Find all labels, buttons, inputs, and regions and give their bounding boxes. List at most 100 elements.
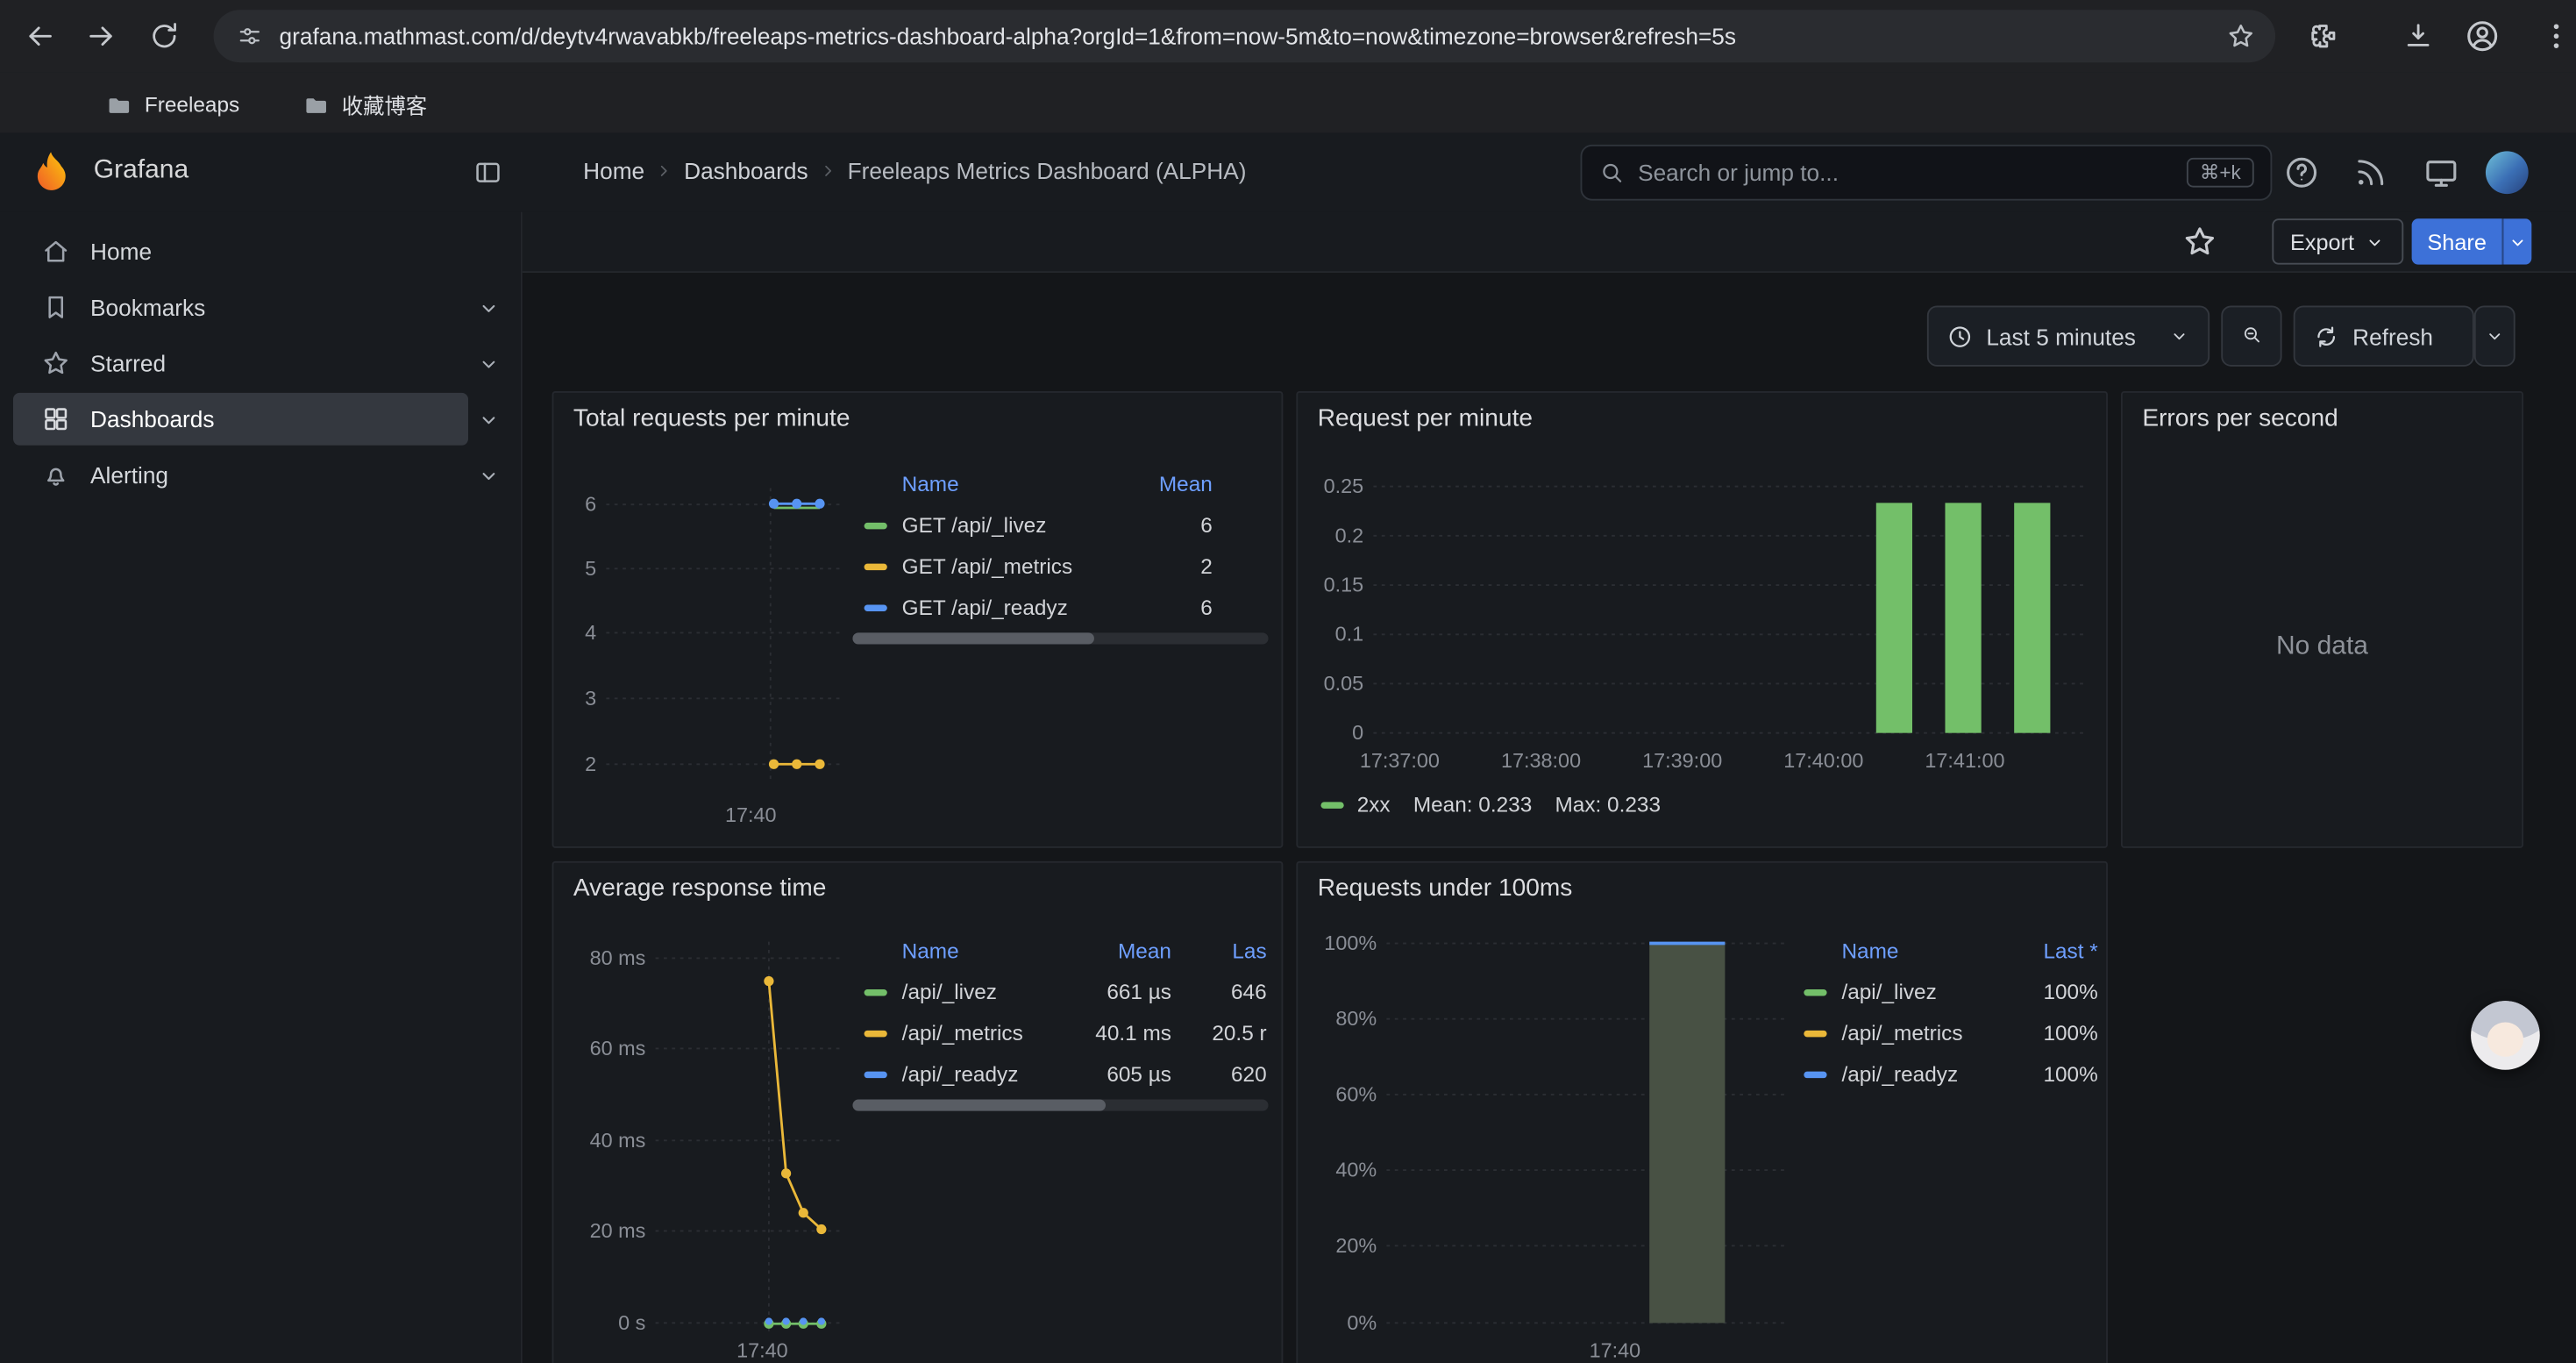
series-mean: 605 µs: [1079, 1061, 1171, 1086]
bar-chart: 0.25 0.2 0.15 0.1 0.05 0 17:37:00 17:38:…: [1298, 393, 2108, 848]
breadcrumb-dashboards[interactable]: Dashboards: [684, 158, 808, 184]
assistant-avatar[interactable]: [2471, 1001, 2540, 1070]
export-label: Export: [2290, 229, 2354, 253]
zoom-out-icon: [2241, 323, 2262, 349]
url-bar[interactable]: grafana.mathmast.com/d/deytv4rwavabkb/fr…: [214, 10, 2276, 62]
export-button[interactable]: Export: [2272, 218, 2403, 264]
help-icon[interactable]: [2283, 154, 2319, 190]
legend-row: /api/_metrics 100%: [1792, 1012, 2098, 1053]
sidebar-item-bookmarks[interactable]: Bookmarks: [0, 281, 523, 333]
series-mean: 6: [1114, 595, 1212, 619]
series-name[interactable]: 2xx: [1357, 792, 1391, 817]
rss-icon[interactable]: [2352, 154, 2388, 190]
refresh-button[interactable]: Refresh: [2294, 306, 2474, 367]
series-last: 620: [1171, 1061, 1267, 1086]
bookmark-folder-blogs[interactable]: 收藏博客: [293, 84, 438, 124]
legend-row: /api/_metrics 40.1 ms 20.5 r: [852, 1012, 1270, 1053]
chevron-right-icon: [818, 161, 837, 181]
forward-icon[interactable]: [85, 19, 117, 52]
series-last: 20.5 r: [1171, 1021, 1267, 1045]
series-name[interactable]: /api/_metrics: [902, 1021, 1079, 1045]
series-color-dash: [865, 988, 887, 995]
dashboards-grid-icon: [41, 404, 71, 434]
series-mean: Mean: 0.233: [1413, 792, 1532, 817]
favorite-star-icon[interactable]: [2181, 224, 2217, 260]
x-tick: 17:40: [1590, 1339, 1641, 1362]
y-tick: 60%: [1335, 1082, 1377, 1105]
monitor-icon[interactable]: [2423, 154, 2459, 190]
legend-header-last[interactable]: Las: [1171, 938, 1267, 962]
time-range-picker[interactable]: Last 5 minutes: [1927, 306, 2210, 367]
series-name[interactable]: /api/_livez: [902, 980, 1079, 1004]
refresh-interval-chevron[interactable]: [2474, 306, 2516, 367]
series-name[interactable]: GET /api/_metrics: [902, 553, 1114, 578]
series-name[interactable]: GET /api/_readyz: [902, 595, 1114, 619]
panel-errors-per-second: Errors per second No data: [2121, 391, 2523, 848]
site-info-icon[interactable]: [237, 23, 263, 49]
series-last: 100%: [1996, 980, 2098, 1004]
back-icon[interactable]: [23, 19, 55, 52]
y-tick: 0.05: [1324, 672, 1364, 695]
reload-icon[interactable]: [148, 19, 181, 52]
zoom-out-button[interactable]: [2221, 306, 2281, 367]
y-tick: 0 s: [618, 1311, 645, 1334]
sidebar-item-label: Dashboards: [90, 404, 214, 434]
user-avatar[interactable]: [2486, 151, 2529, 194]
legend-header-name[interactable]: Name: [1841, 938, 1996, 962]
panel-title[interactable]: Errors per second: [2142, 404, 2338, 432]
legend-scrollbar[interactable]: [852, 632, 1268, 644]
sidebar-item-label: Starred: [90, 348, 166, 378]
legend-table: Name Mean GET /api/_livez 6 GET /api/_me…: [852, 462, 1268, 628]
sidebar-item-bg: [13, 449, 468, 502]
bookmark-folder-freeleaps[interactable]: Freeleaps: [96, 84, 250, 124]
chevron-down-icon[interactable]: [476, 463, 501, 488]
refresh-label: Refresh: [2352, 323, 2433, 349]
legend-header-name[interactable]: Name: [902, 471, 1114, 496]
series-name[interactable]: GET /api/_livez: [902, 513, 1114, 538]
browser-window: grafana.mathmast.com/d/deytv4rwavabkb/fr…: [0, 0, 2576, 1363]
chevron-down-icon[interactable]: [476, 296, 501, 320]
legend: 2xx Mean: 0.233 Max: 0.233: [1320, 792, 1683, 817]
legend-header-mean[interactable]: Mean: [1079, 938, 1171, 962]
legend-header-last[interactable]: Last *: [1996, 938, 2098, 962]
chevron-down-icon[interactable]: [476, 352, 501, 376]
series-name[interactable]: /api/_readyz: [902, 1061, 1079, 1086]
search-input[interactable]: Search or jump to... ⌘+k: [1581, 145, 2273, 201]
extensions-icon[interactable]: [2307, 19, 2339, 52]
folder-icon: [302, 91, 331, 116]
legend-row: /api/_livez 100%: [1792, 971, 2098, 1012]
share-dropdown-chevron[interactable]: [2502, 218, 2532, 264]
legend-row: GET /api/_livez 6: [852, 504, 1268, 546]
series-last: 646: [1171, 980, 1267, 1004]
profile-icon[interactable]: [2465, 18, 2501, 54]
menu-kebab-icon[interactable]: [2540, 19, 2572, 52]
series-name[interactable]: /api/_readyz: [1841, 1061, 1996, 1086]
sidebar-item-alerting[interactable]: Alerting: [0, 449, 523, 502]
series-name[interactable]: /api/_metrics: [1841, 1021, 1996, 1045]
sidebar-item-starred[interactable]: Starred: [0, 337, 523, 389]
series-last: 100%: [1996, 1021, 2098, 1045]
bookmark-star-icon[interactable]: [2226, 21, 2256, 51]
legend-row: /api/_readyz 605 µs 620: [852, 1053, 1270, 1095]
legend-row: /api/_readyz 100%: [1792, 1053, 2098, 1095]
legend-header-mean[interactable]: Mean: [1114, 471, 1212, 496]
bookmark-label: 收藏博客: [342, 88, 427, 119]
series-name[interactable]: /api/_livez: [1841, 980, 1996, 1004]
x-tick: 17:41:00: [1925, 749, 2004, 772]
y-tick: 0%: [1347, 1311, 1377, 1334]
series-color-dash: [865, 522, 887, 528]
clock-icon: [1946, 323, 1973, 349]
legend-scrollbar[interactable]: [852, 1100, 1268, 1111]
sidebar-item-dashboards[interactable]: Dashboards: [0, 393, 523, 446]
legend-header-name[interactable]: Name: [902, 938, 1079, 962]
legend-row: GET /api/_readyz 6: [852, 587, 1268, 628]
breadcrumb-home[interactable]: Home: [583, 158, 644, 184]
sidebar-toggle-icon[interactable]: [473, 158, 503, 188]
download-icon[interactable]: [2402, 19, 2434, 52]
sidebar-item-home[interactable]: Home: [0, 225, 523, 278]
bookmark-icon: [41, 293, 71, 323]
chevron-down-icon[interactable]: [476, 408, 501, 432]
share-button[interactable]: Share: [2412, 218, 2502, 264]
grafana-logo[interactable]: [26, 148, 75, 197]
y-tick: 0.15: [1324, 574, 1364, 596]
